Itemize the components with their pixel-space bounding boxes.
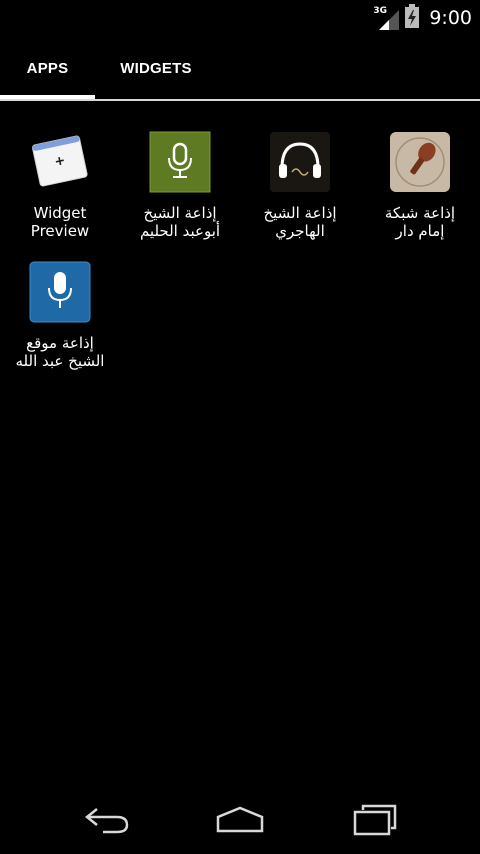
home-icon — [214, 805, 266, 839]
battery-icon — [405, 4, 420, 32]
tab-apps[interactable]: APPS — [0, 36, 95, 100]
tab-divider — [0, 99, 480, 101]
recents-button[interactable] — [335, 800, 415, 844]
microphone-green-icon — [148, 130, 212, 194]
app-label: إذاعة موقع الشيخ عبد الله — [15, 334, 105, 370]
recents-icon — [351, 804, 399, 840]
status-icons: 3G 9:00 — [373, 4, 472, 32]
microphone-brown-icon — [388, 130, 452, 194]
widget-preview-icon — [28, 130, 92, 194]
app-label: إذاعة الشيخ أبوعبد الحليم — [139, 204, 221, 240]
tab-bar: APPS WIDGETS — [0, 36, 480, 102]
home-button[interactable] — [200, 800, 280, 844]
app-radio-sheikh-abdullah[interactable]: إذاعة موقع الشيخ عبد الله — [0, 250, 120, 370]
back-button[interactable] — [67, 800, 147, 844]
status-bar: 3G 9:00 — [0, 0, 480, 36]
app-widget-preview[interactable]: Widget Preview — [0, 120, 120, 240]
headphones-icon — [268, 130, 332, 194]
app-radio-abu-abdulhalim[interactable]: إذاعة الشيخ أبوعبد الحليم — [120, 120, 240, 240]
back-icon — [83, 805, 131, 839]
tab-widgets[interactable]: WIDGETS — [95, 36, 217, 100]
app-radio-alhajiri[interactable]: إذاعة الشيخ الهاجري — [240, 120, 360, 240]
app-label: Widget Preview — [30, 204, 90, 240]
cell-signal-icon: 3G — [373, 6, 400, 30]
clock: 9:00 — [429, 7, 472, 29]
microphone-blue-icon — [28, 260, 92, 324]
app-label: إذاعة الشيخ الهاجري — [263, 204, 337, 240]
app-label: إذاعة شبكة إمام دار — [384, 204, 456, 240]
navigation-bar — [0, 790, 480, 854]
app-radio-imam-dar[interactable]: إذاعة شبكة إمام دار — [360, 120, 480, 240]
